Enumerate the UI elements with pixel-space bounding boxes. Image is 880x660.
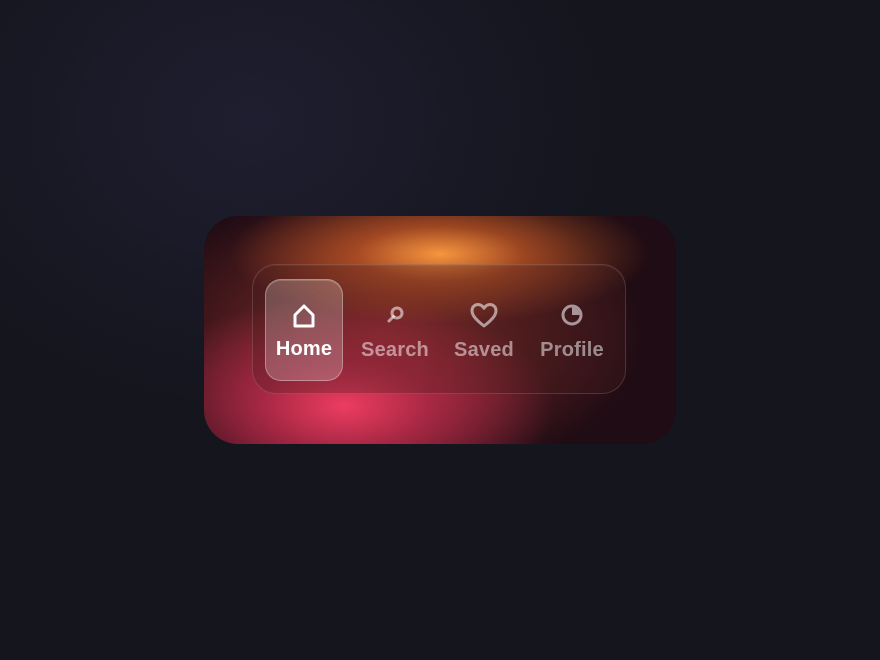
tab-search-label: Search	[361, 338, 429, 361]
tab-profile[interactable]: Profile	[533, 279, 611, 381]
nav-card: Home Search Saved Profile	[204, 216, 676, 444]
home-icon	[288, 300, 320, 332]
tab-saved[interactable]: Saved	[445, 279, 523, 381]
heart-icon	[468, 299, 500, 331]
tab-profile-label: Profile	[540, 338, 604, 361]
tab-home-label: Home	[275, 337, 333, 360]
pie-chart-icon	[556, 299, 588, 331]
tab-saved-label: Saved	[454, 338, 514, 361]
tab-search[interactable]: Search	[356, 279, 434, 381]
tab-home[interactable]: Home	[265, 279, 343, 381]
search-icon	[379, 299, 411, 331]
bottom-tab-bar: Home Search Saved Profile	[252, 264, 626, 394]
